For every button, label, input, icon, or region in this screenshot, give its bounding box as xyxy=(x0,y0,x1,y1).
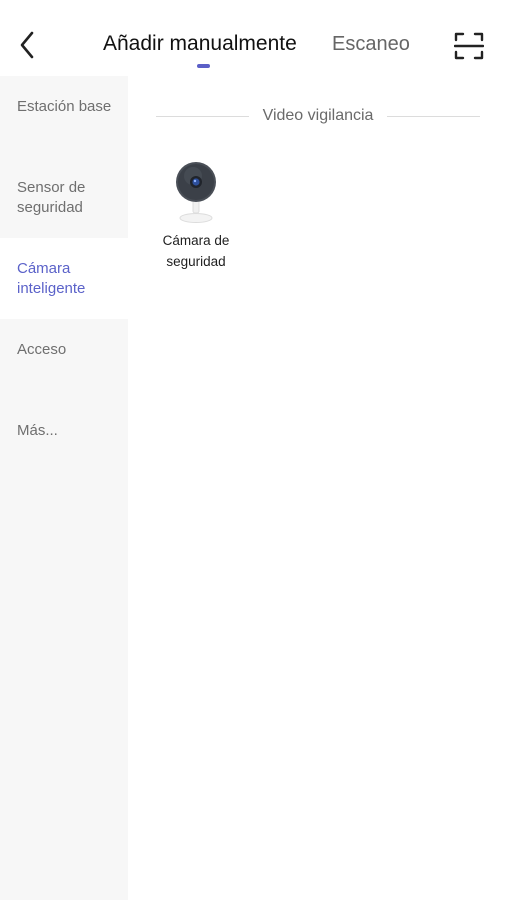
active-tab-indicator xyxy=(197,64,210,68)
category-sidebar: Estación base Sensor de seguridad Cámara… xyxy=(0,76,128,900)
device-list: Video vigilancia Cámara de seguridad xyxy=(128,76,507,900)
security-camera-icon xyxy=(176,162,216,223)
tab-manual-add[interactable]: Añadir manualmente xyxy=(103,32,297,56)
device-label: Cámara de seguridad xyxy=(162,233,230,269)
sidebar-item-security-sensor[interactable]: Sensor de seguridad xyxy=(0,157,128,238)
scan-frame-icon xyxy=(454,32,484,60)
divider-line-right xyxy=(387,115,481,117)
section-header: Video vigilancia xyxy=(156,104,481,128)
header: Añadir manualmente Escaneo xyxy=(0,0,507,76)
back-button[interactable] xyxy=(12,28,42,62)
tab-scan[interactable]: Escaneo xyxy=(332,33,414,56)
scan-button[interactable] xyxy=(452,30,486,62)
divider-line-left xyxy=(156,115,249,117)
sidebar-item-smart-camera[interactable]: Cámara inteligente xyxy=(0,238,128,319)
app-screen: Añadir manualmente Escaneo Estación base… xyxy=(0,0,507,900)
sidebar-item-base-station[interactable]: Estación base xyxy=(0,76,128,157)
chevron-left-icon xyxy=(20,31,34,59)
device-item-security-camera[interactable]: Cámara de seguridad xyxy=(153,160,239,272)
sidebar-item-access[interactable]: Acceso xyxy=(0,319,128,400)
section-title: Video vigilancia xyxy=(262,107,374,124)
sidebar-item-more[interactable]: Más... xyxy=(0,400,128,481)
